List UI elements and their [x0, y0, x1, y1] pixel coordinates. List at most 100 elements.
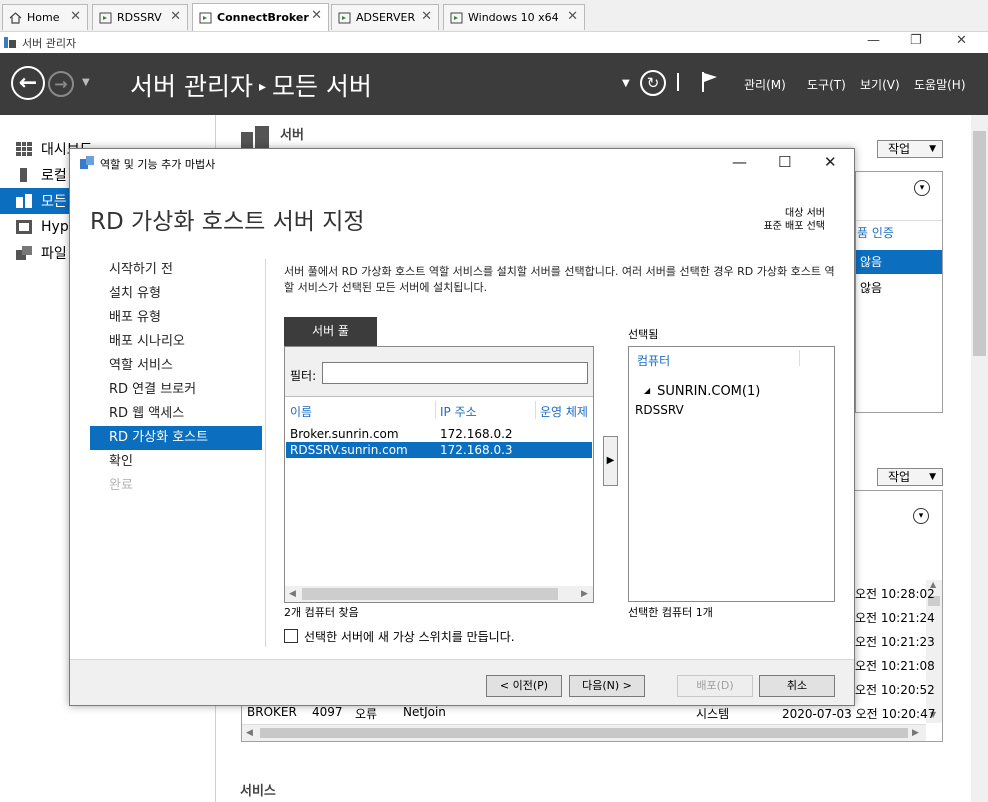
selected-server-item[interactable]: RDSSRV: [635, 403, 684, 417]
table-row[interactable]: 않음: [856, 250, 942, 274]
tab-windows10[interactable]: Windows 10 x64 ✕: [443, 4, 585, 30]
breadcrumb-root[interactable]: 서버 관리자: [130, 72, 253, 101]
step-role-services[interactable]: 역할 서비스: [90, 354, 262, 378]
header-dropdown-icon[interactable]: ▼: [622, 78, 630, 89]
found-count: 2개 컴퓨터 찾음: [284, 606, 359, 619]
event-time: 오전 10:28:02: [855, 587, 935, 601]
close-icon[interactable]: ✕: [421, 9, 432, 24]
step-deployment-type[interactable]: 배포 유형: [90, 306, 262, 330]
tab-rdssrv[interactable]: RDSSRV ✕: [92, 4, 188, 30]
tasks-button[interactable]: 작업 ▼: [877, 140, 943, 158]
event-time: 오전 10:21:08: [855, 659, 935, 673]
column-header-activation[interactable]: 품 인증: [857, 224, 894, 241]
breadcrumb-current: 모든 서버: [271, 72, 372, 101]
close-icon[interactable]: ✕: [956, 33, 967, 48]
refresh-icon[interactable]: ↻: [640, 70, 666, 96]
column-header-computer[interactable]: 컴퓨터: [637, 352, 670, 369]
previous-button[interactable]: < 이전(P): [486, 675, 562, 697]
scrollbar-thumb[interactable]: [302, 588, 558, 600]
step-rd-connection-broker[interactable]: RD 연결 브로커: [90, 378, 262, 402]
scrollbar-thumb[interactable]: [973, 131, 986, 356]
step-installation-type[interactable]: 설치 유형: [90, 282, 262, 306]
events-hscrollbar[interactable]: ◀ ▶: [242, 724, 926, 741]
menu-manage[interactable]: 관리(M): [744, 76, 786, 93]
close-icon[interactable]: ✕: [567, 9, 578, 24]
deploy-button: 배포(D): [677, 675, 753, 697]
server-pool-hscrollbar[interactable]: ◀ ▶: [285, 586, 593, 602]
close-icon[interactable]: ✕: [824, 153, 837, 171]
step-deployment-scenario[interactable]: 배포 시나리오: [90, 330, 262, 354]
filter-input[interactable]: [322, 362, 588, 384]
notifications-flag-icon[interactable]: [700, 71, 720, 93]
step-rd-virtualization-host[interactable]: RD 가상화 호스트: [90, 426, 262, 450]
servers-tile-icon: [241, 126, 269, 150]
nav-item-label: 로컬: [41, 168, 67, 184]
event-time: 오전 10:21:23: [855, 635, 935, 649]
scroll-left-icon[interactable]: ◀: [246, 725, 253, 741]
column-header-os[interactable]: 운영 체제: [540, 403, 592, 420]
scroll-right-icon[interactable]: ▶: [912, 725, 919, 741]
back-button[interactable]: ←: [11, 66, 45, 100]
column-separator[interactable]: [535, 401, 536, 419]
collapse-chevron-icon[interactable]: ▾: [914, 180, 930, 196]
tab-connectbroker[interactable]: ConnectBroker ✕: [192, 3, 329, 31]
maximize-icon[interactable]: ☐: [778, 153, 791, 171]
restore-icon[interactable]: ❐: [910, 33, 922, 48]
history-dropdown-icon[interactable]: ▼: [82, 77, 90, 88]
server-row-broker[interactable]: Broker.sunrin.com 172.168.0.2: [286, 426, 592, 442]
hyperv-icon: [16, 220, 32, 234]
scroll-right-icon[interactable]: ▶: [581, 586, 588, 602]
minimize-icon[interactable]: —: [732, 153, 747, 171]
event-time: 오전 10:20:52: [855, 683, 935, 697]
main-scrollbar[interactable]: [971, 115, 988, 802]
step-confirmation[interactable]: 확인: [90, 450, 262, 474]
tree-node-domain[interactable]: ◢ SUNRIN.COM(1): [644, 384, 760, 399]
arrow-right-icon: ▶: [606, 455, 615, 466]
events-tasks-button[interactable]: 작업 ▼: [877, 468, 943, 486]
cancel-button[interactable]: 취소: [759, 675, 835, 697]
event-source: NetJoin: [403, 705, 446, 719]
tab-adserver[interactable]: ADSERVER ✕: [331, 4, 439, 30]
menu-help[interactable]: 도움말(H): [914, 76, 966, 93]
wizard-icon: [80, 156, 94, 169]
row-cell: 않음: [860, 255, 883, 269]
collapse-chevron-icon[interactable]: ▾: [913, 508, 929, 524]
nav-item-label: 모든: [41, 194, 67, 210]
tab-server-pool[interactable]: 서버 풀: [284, 317, 377, 346]
row-cell: 않음: [860, 281, 883, 295]
close-icon[interactable]: ✕: [170, 9, 181, 24]
column-header-ip[interactable]: IP 주소: [440, 403, 477, 420]
column-separator[interactable]: [799, 350, 800, 366]
scrollbar-thumb[interactable]: [260, 728, 908, 738]
minimize-icon[interactable]: —: [867, 33, 880, 48]
add-to-selected-button[interactable]: ▶: [603, 436, 618, 486]
tab-home[interactable]: Home ✕: [2, 4, 88, 30]
servers-section-title: 서버: [280, 128, 304, 143]
step-before-you-begin[interactable]: 시작하기 전: [90, 258, 262, 282]
dashboard-icon: [16, 142, 32, 156]
create-vswitch-label[interactable]: 선택한 서버에 새 가상 스위치를 만듭니다.: [304, 628, 515, 645]
column-separator[interactable]: [435, 401, 436, 419]
step-rd-web-access[interactable]: RD 웹 액세스: [90, 402, 262, 426]
expand-triangle-icon[interactable]: ◢: [644, 386, 650, 395]
next-button[interactable]: 다음(N) >: [569, 675, 645, 697]
arrow-left-icon: ←: [18, 70, 38, 96]
add-roles-wizard-dialog: 역할 및 기능 추가 마법사 — ☐ ✕ RD 가상화 호스트 서버 지정 대상…: [69, 148, 855, 706]
tab-label: ConnectBroker: [217, 11, 309, 24]
close-icon[interactable]: ✕: [311, 8, 322, 23]
server-row-rdssrv[interactable]: RDSSRV.sunrin.com 172.168.0.3: [286, 442, 592, 458]
event-server: BROKER: [247, 705, 297, 719]
vm-icon: [338, 12, 351, 23]
step-completion: 완료: [109, 478, 133, 493]
nav-item-label: 파일: [41, 246, 67, 262]
wizard-title: 역할 및 기능 추가 마법사: [100, 158, 216, 171]
header-divider: [677, 73, 679, 91]
column-header-name[interactable]: 이름: [290, 403, 312, 420]
forward-button[interactable]: →: [48, 71, 74, 97]
scroll-left-icon[interactable]: ◀: [289, 586, 296, 602]
menu-view[interactable]: 보기(V): [860, 76, 900, 93]
create-vswitch-checkbox[interactable]: [284, 629, 298, 643]
tab-label: Home: [27, 11, 60, 24]
close-icon[interactable]: ✕: [70, 9, 81, 24]
menu-tools[interactable]: 도구(T): [807, 76, 846, 93]
